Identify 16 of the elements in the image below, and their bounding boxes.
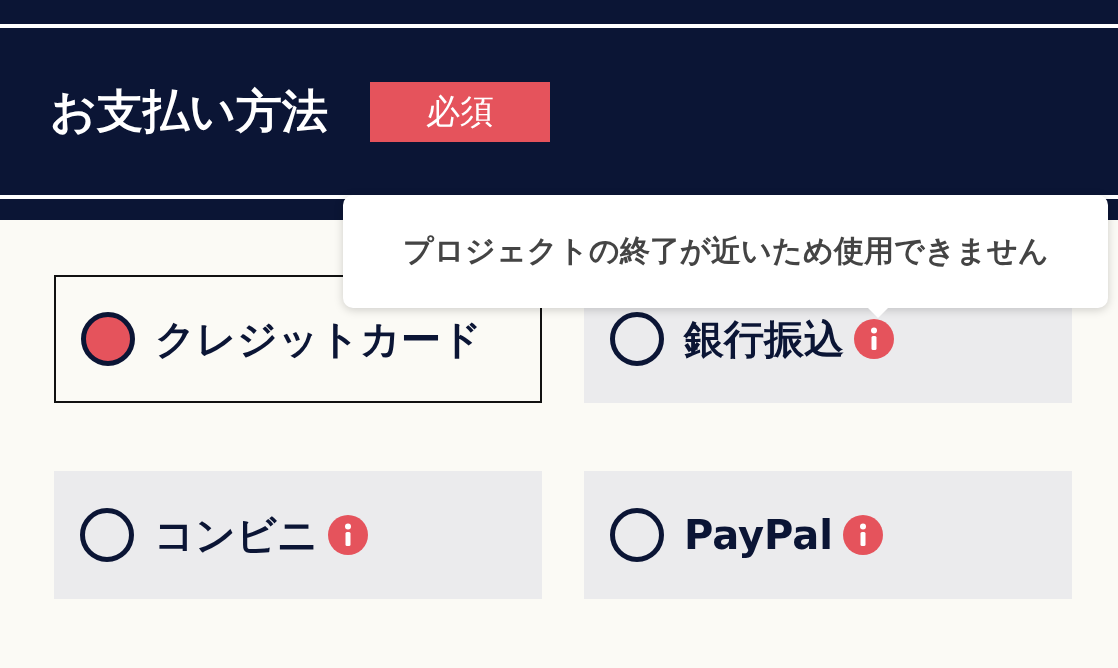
required-badge: 必須 [370, 81, 550, 142]
section-title: お支払い方法 [50, 82, 328, 140]
payment-option[interactable]: コンビニ [54, 471, 542, 599]
info-icon[interactable] [854, 319, 894, 359]
info-icon[interactable] [328, 515, 368, 555]
tooltip-text: プロジェクトの終了が近いため使用できません [402, 232, 1049, 270]
option-label: クレジットカード [155, 314, 482, 364]
option-label: PayPal [684, 512, 834, 558]
radio-button[interactable] [80, 508, 134, 562]
option-label: 銀行振込 [684, 314, 844, 364]
payment-option[interactable]: PayPal [584, 471, 1072, 599]
info-icon[interactable] [843, 515, 884, 555]
option-label: コンビニ [154, 510, 318, 560]
radio-button[interactable] [81, 312, 135, 366]
radio-button[interactable] [610, 312, 664, 366]
radio-button[interactable] [610, 508, 664, 562]
